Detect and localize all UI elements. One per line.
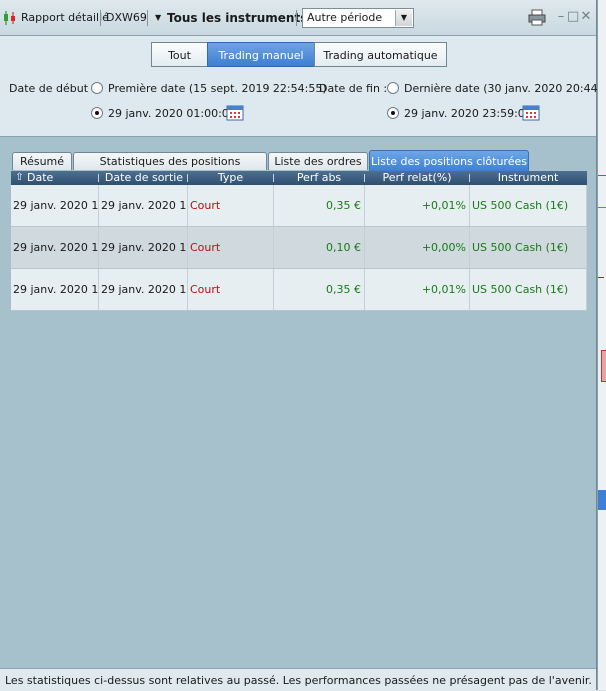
col-instrument[interactable]: Instrument [470, 171, 586, 185]
table-row[interactable]: 29 janv. 2020 1... 29 janv. 2020 1... Co… [11, 185, 587, 227]
dropdown-arrow-icon[interactable]: ▼ [155, 10, 161, 26]
radio-first-date[interactable] [91, 82, 103, 94]
radio-end-custom[interactable] [387, 107, 399, 119]
end-custom-date: 29 janv. 2020 23:59:00 [404, 107, 532, 120]
cell-perf-rel: +0,01% [365, 269, 470, 310]
last-date-label: Dernière date (30 janv. 2020 20:44:00) [404, 82, 606, 95]
tab-closed-stats[interactable]: Statistiques des positions clôturées [73, 152, 267, 186]
period-select[interactable]: Autre période ▼ [302, 8, 414, 28]
cell-type: Court [188, 185, 274, 226]
print-icon[interactable] [528, 9, 546, 26]
cell-instrument: US 500 Cash (1€) [470, 185, 587, 226]
account-label: DXW69 [106, 11, 147, 24]
cell-exit-date: 29 janv. 2020 1... [99, 185, 188, 226]
radio-start-custom[interactable] [91, 107, 103, 119]
toolbar: Rapport détaillé DXW69 ▼ Tous les instru… [0, 0, 596, 36]
cell-exit-date: 29 janv. 2020 1... [99, 227, 188, 268]
col-entry-date[interactable]: Date d'entrée [27, 171, 99, 198]
candlestick-icon [4, 11, 15, 25]
table-header: ⇧ Date d'entrée Date de sortie Type Perf… [11, 171, 587, 198]
toolbar-divider [100, 10, 101, 26]
cell-perf-rel: +0,00% [365, 227, 470, 268]
period-select-value: Autre période [307, 11, 383, 24]
cell-type: Court [188, 269, 274, 310]
minimize-icon[interactable]: – [555, 10, 567, 24]
radio-last-date[interactable] [387, 82, 399, 94]
report-window: Rapport détaillé DXW69 ▼ Tous les instru… [0, 0, 606, 691]
footer: Les statistiques ci-dessus sont relative… [0, 668, 596, 691]
col-perf-abs[interactable]: Perf abs [274, 171, 364, 185]
cell-instrument: US 500 Cash (1€) [470, 269, 587, 310]
segment-all[interactable]: Tout [151, 42, 208, 67]
table-row[interactable]: 29 janv. 2020 1... 29 janv. 2020 1... Co… [11, 227, 587, 269]
toolbar-divider [147, 10, 148, 26]
cell-entry-date: 29 janv. 2020 1... [11, 269, 99, 310]
filter-panel: Tout Trading manuel Trading automatique … [0, 36, 606, 137]
tab-summary[interactable]: Résumé [12, 152, 72, 170]
cell-instrument: US 500 Cash (1€) [470, 227, 587, 268]
cell-perf-abs: 0,10 € [274, 227, 365, 268]
tab-orders[interactable]: Liste des ordres [268, 152, 368, 170]
disclaimer-text: Les statistiques ci-dessus sont relative… [5, 674, 592, 687]
table-row[interactable]: 29 janv. 2020 1... 29 janv. 2020 1... Co… [11, 269, 587, 311]
sort-up-icon[interactable]: ⇧ [13, 171, 26, 185]
column-divider [98, 174, 99, 182]
first-date-label: Première date (15 sept. 2019 22:54:55) [108, 82, 327, 95]
col-exit-date[interactable]: Date de sortie [100, 171, 188, 185]
segment-manual-trading[interactable]: Trading manuel [207, 42, 315, 67]
cell-entry-date: 29 janv. 2020 1... [11, 227, 99, 268]
detailed-report-label[interactable]: Rapport détaillé [21, 10, 109, 26]
cell-perf-rel: +0,01% [365, 185, 470, 226]
chevron-down-icon[interactable]: ▼ [395, 10, 412, 26]
cell-entry-date: 29 janv. 2020 1... [11, 185, 99, 226]
cell-perf-abs: 0,35 € [274, 185, 365, 226]
maximize-icon[interactable]: □ [567, 10, 579, 24]
instruments-filter[interactable]: Tous les instruments [167, 10, 307, 26]
end-date-label: Date de fin : [319, 82, 388, 95]
cell-perf-abs: 0,35 € [274, 269, 365, 310]
adjacent-window-edge [597, 0, 606, 690]
segment-auto-trading[interactable]: Trading automatique [314, 42, 447, 67]
calendar-icon[interactable] [226, 104, 244, 121]
cell-exit-date: 29 janv. 2020 1... [99, 269, 188, 310]
tab-closed-list[interactable]: Liste des positions clôturées [369, 150, 529, 171]
start-custom-date: 29 janv. 2020 01:00:00 [108, 107, 236, 120]
col-perf-rel[interactable]: Perf relat(%) [365, 171, 469, 185]
calendar-icon[interactable] [522, 104, 540, 121]
close-icon[interactable]: ✕ [580, 10, 592, 24]
cell-type: Court [188, 227, 274, 268]
start-date-label: Date de début : [9, 82, 96, 95]
col-type[interactable]: Type [188, 171, 273, 185]
toolbar-divider [296, 10, 297, 26]
